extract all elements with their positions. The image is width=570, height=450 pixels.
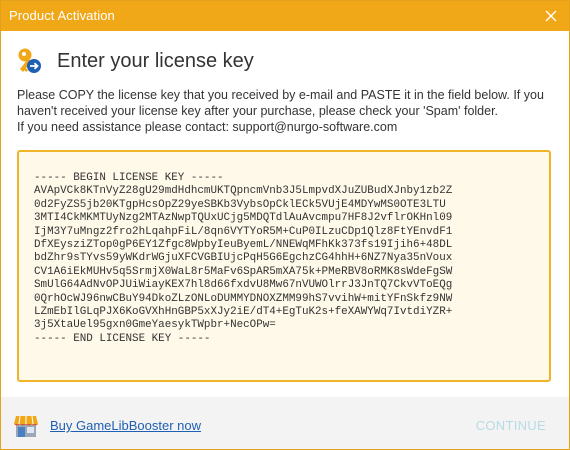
key-icon [18,48,41,73]
support-contact: If you need assistance please contact: s… [17,120,398,134]
dialog-footer: Buy GameLibBooster now CONTINUE [1,397,569,449]
instructions: Please COPY the license key that you rec… [17,87,557,135]
window-title: Product Activation [9,8,115,23]
dialog-header: Enter your license key [15,45,254,77]
instructions-text: Please COPY the license key that you rec… [17,88,544,118]
page-title: Enter your license key [57,49,254,72]
store-icon [14,415,38,437]
continue-button[interactable]: CONTINUE [476,418,546,433]
license-key-text[interactable]: ----- BEGIN LICENSE KEY ----- AVApVCk8KT… [34,172,535,346]
license-key-field[interactable]: ----- BEGIN LICENSE KEY ----- AVApVCk8KT… [17,150,551,382]
buy-link[interactable]: Buy GameLibBooster now [50,418,201,433]
activation-dialog: Product Activation Enter your license ke… [0,0,570,450]
title-bar: Product Activation [1,1,569,31]
close-icon[interactable] [541,6,561,26]
